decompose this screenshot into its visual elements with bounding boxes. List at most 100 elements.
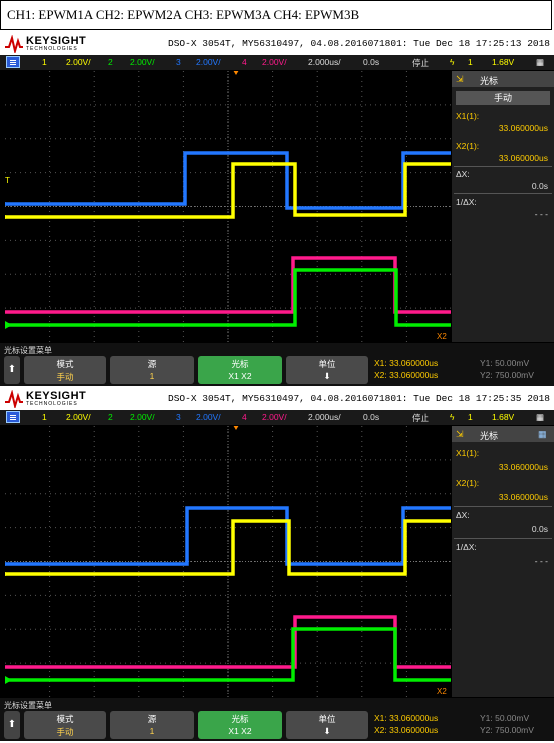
ch3-scale[interactable]: 2.00V/ bbox=[196, 57, 221, 67]
ch1-scale[interactable]: 2.00V/ bbox=[66, 412, 91, 422]
keysight-logo: KEYSIGHT TECHNOLOGIES bbox=[4, 390, 104, 410]
menu-back-button[interactable]: ⬆ bbox=[4, 711, 20, 739]
ch4-scale[interactable]: 2.00V/ bbox=[262, 412, 287, 422]
readout-x1: X1: 33.060000us bbox=[374, 713, 439, 723]
softkey-source[interactable]: 源 1 bbox=[110, 711, 194, 739]
ch1-num[interactable]: 1 bbox=[42, 57, 47, 67]
ch4-num[interactable]: 4 bbox=[242, 412, 247, 422]
inv-dx-value: - - - bbox=[534, 556, 548, 566]
dx-value: 0.0s bbox=[531, 524, 548, 534]
softkey-bar: 光标设置菜单 ⬆ 模式 手动 源 1 光标 X1 X2 单位 ⬇ X1: 33.… bbox=[0, 698, 554, 741]
softkey-mode[interactable]: 模式 手动 bbox=[24, 356, 106, 384]
keysight-wave-icon bbox=[5, 390, 23, 408]
ch3-scale[interactable]: 2.00V/ bbox=[196, 412, 221, 422]
softkey-bar: 光标设置菜单 ⬆ 模式 手动 源 1 光标 X1 X2 单位 ⬇ X1: 33.… bbox=[0, 343, 554, 386]
panel-menu-icon[interactable]: ▦ bbox=[538, 429, 547, 440]
instrument-info: DSO-X 3054T, MY56310497, 04.08.201607180… bbox=[168, 38, 550, 49]
trigger-channel: 1 bbox=[468, 412, 473, 422]
softkey-units[interactable]: 单位 ⬇ bbox=[286, 711, 368, 739]
waveform-grid: T X2 bbox=[5, 71, 451, 342]
run-state: 停止 bbox=[412, 58, 430, 68]
caption: CH1: EPWM1A CH2: EPWM2A CH3: EPWM3A CH4:… bbox=[0, 0, 552, 30]
readout-y2: Y2: 750.00mV bbox=[480, 370, 534, 380]
x2-value: 33.060000us bbox=[498, 153, 548, 163]
readout-x1: X1: 33.060000us bbox=[374, 358, 439, 368]
trigger-position-marker bbox=[233, 426, 239, 430]
run-state: 停止 bbox=[412, 413, 430, 423]
cursor-x2-label: X2 bbox=[437, 332, 447, 341]
cursor-x2-label: X2 bbox=[437, 687, 447, 696]
menu-back-button[interactable]: ⬆ bbox=[4, 356, 20, 384]
ch2-ground-marker bbox=[5, 321, 12, 329]
keysight-wave-icon bbox=[5, 35, 23, 53]
cursor-mode-button[interactable]: 手动 bbox=[456, 91, 550, 105]
scope-screenshot-2: KEYSIGHT TECHNOLOGIES DSO-X 3054T, MY563… bbox=[0, 388, 554, 741]
channel-bar: 1 2.00V/ 2 2.00V/ 3 2.00V/ 4 2.00V/ 2.00… bbox=[0, 55, 554, 70]
softkey-units-arrow-icon: ⬇ bbox=[323, 726, 331, 736]
scope-screenshot-1: KEYSIGHT TECHNOLOGIES DSO-X 3054T, MY563… bbox=[0, 33, 554, 386]
inv-dx-label: 1/ΔX: bbox=[456, 197, 477, 207]
menu-grid-icon[interactable]: ▦ bbox=[536, 412, 544, 423]
readout-y2: Y2: 750.00mV bbox=[480, 725, 534, 735]
ch4-num[interactable]: 4 bbox=[242, 57, 247, 67]
menu-title: 光标设置菜单 bbox=[4, 701, 52, 710]
ch1-num[interactable]: 1 bbox=[42, 412, 47, 422]
delay[interactable]: 0.0s bbox=[363, 57, 379, 67]
softkey-units-label: 单位 bbox=[318, 359, 336, 369]
ch2-ground-marker bbox=[5, 676, 12, 684]
x2-label: X2(1): bbox=[456, 478, 480, 488]
softkey-mode-value: 手动 bbox=[56, 372, 74, 382]
scope-header: KEYSIGHT TECHNOLOGIES DSO-X 3054T, MY563… bbox=[0, 388, 554, 410]
ch2-num[interactable]: 2 bbox=[108, 412, 113, 422]
softkey-cursors[interactable]: 光标 X1 X2 bbox=[198, 356, 282, 384]
x1-value: 33.060000us bbox=[498, 462, 548, 472]
softkey-source-label: 源 bbox=[147, 714, 157, 724]
timebase[interactable]: 2.000us/ bbox=[308, 412, 341, 422]
trigger-icon: ϟ bbox=[450, 412, 455, 422]
softkey-mode[interactable]: 模式 手动 bbox=[24, 711, 106, 739]
softkey-units-arrow-icon: ⬇ bbox=[323, 371, 331, 381]
delay[interactable]: 0.0s bbox=[363, 412, 379, 422]
softkey-mode-value: 手动 bbox=[56, 727, 74, 737]
menu-icon[interactable] bbox=[6, 56, 20, 68]
ch2-scale[interactable]: 2.00V/ bbox=[130, 412, 155, 422]
softkey-cursors[interactable]: 光标 X1 X2 bbox=[198, 711, 282, 739]
cursor-panel-title: 光标 bbox=[480, 76, 499, 86]
trigger-channel: 1 bbox=[468, 57, 473, 67]
softkey-cursors-label: 光标 bbox=[231, 714, 249, 724]
cursor-readout-y: Y1: 50.00mV Y2: 750.00mV bbox=[478, 356, 554, 384]
inv-dx-value: - - - bbox=[534, 209, 548, 219]
ch2-scale[interactable]: 2.00V/ bbox=[130, 57, 155, 67]
instrument-info: DSO-X 3054T, MY56310497, 04.08.201607180… bbox=[168, 393, 550, 404]
cursor-readout-y: Y1: 50.00mV Y2: 750.00mV bbox=[478, 711, 554, 739]
readout-x2: X2: 33.060000us bbox=[374, 725, 439, 735]
scope-header: KEYSIGHT TECHNOLOGIES DSO-X 3054T, MY563… bbox=[0, 33, 554, 55]
softkey-units[interactable]: 单位 ⬇ bbox=[286, 356, 368, 384]
panel-collapse-icon[interactable]: ⇲ bbox=[456, 74, 464, 85]
softkey-cursors-value: X1 X2 bbox=[228, 726, 252, 736]
ch2-num[interactable]: 2 bbox=[108, 57, 113, 67]
softkey-source[interactable]: 源 1 bbox=[110, 356, 194, 384]
softkey-source-value: 1 bbox=[149, 726, 155, 736]
x2-value: 33.060000us bbox=[498, 492, 548, 502]
ch1-scale[interactable]: 2.00V/ bbox=[66, 57, 91, 67]
timebase[interactable]: 2.000us/ bbox=[308, 57, 341, 67]
readout-y1: Y1: 50.00mV bbox=[480, 358, 530, 368]
softkey-cursors-value: X1 X2 bbox=[228, 371, 252, 381]
menu-icon[interactable] bbox=[6, 411, 20, 423]
menu-grid-icon[interactable]: ▦ bbox=[536, 57, 544, 68]
ch3-num[interactable]: 3 bbox=[176, 412, 181, 422]
trigger-level: 1.68V bbox=[492, 412, 515, 422]
panel-divider bbox=[454, 506, 552, 507]
waveform-plot: T X2 bbox=[5, 71, 451, 342]
cursor-readout-x: X1: 33.060000us X2: 33.060000us bbox=[372, 356, 472, 384]
ch4-scale[interactable]: 2.00V/ bbox=[262, 57, 287, 67]
x1-value: 33.060000us bbox=[498, 123, 548, 133]
panel-divider bbox=[454, 166, 552, 167]
ch3-num[interactable]: 3 bbox=[176, 57, 181, 67]
cursor-panel: ⇲ 光标 手动 X1(1): 33.060000us X2(1): 33.060… bbox=[452, 71, 554, 342]
cursor-panel: ⇲ 光标 ▦ X1(1): 33.060000us X2(1): 33.0600… bbox=[452, 426, 554, 697]
dx-label: ΔX: bbox=[456, 169, 470, 179]
panel-collapse-icon[interactable]: ⇲ bbox=[456, 429, 464, 440]
inv-dx-label: 1/ΔX: bbox=[456, 542, 477, 552]
